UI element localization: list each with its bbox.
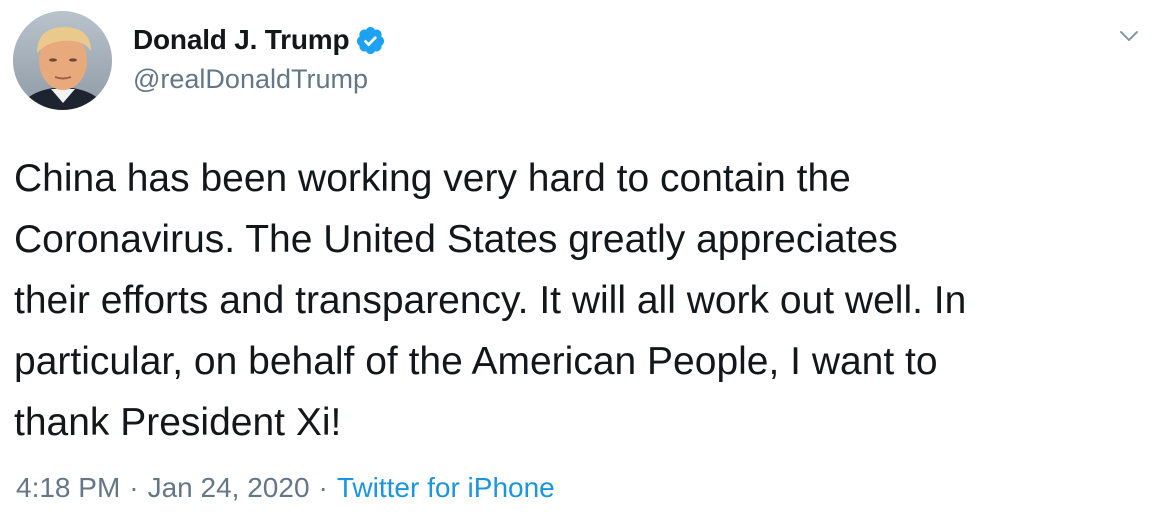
tweet-text: China has been working very hard to cont… [14,157,967,444]
author-handle[interactable]: @realDonaldTrump [133,64,368,95]
author-display-name[interactable]: Donald J. Trump [133,24,350,56]
author-name-row: Donald J. Trump [133,24,386,56]
tweet-source-link[interactable]: Twitter for iPhone [337,472,555,504]
tweet-time[interactable]: 4:18 PM [16,472,120,504]
verified-badge-icon [357,26,385,54]
meta-separator: · [318,472,328,503]
meta-separator: · [129,472,139,503]
avatar-image [13,11,112,110]
tweet-date[interactable]: Jan 24, 2020 [148,472,310,504]
chevron-down-icon[interactable] [1118,25,1140,47]
tweet-card: Donald J. Trump @realDonaldTrump China h… [0,0,1170,520]
tweet-meta: 4:18 PM · Jan 24, 2020 · Twitter for iPh… [16,472,555,504]
avatar[interactable] [13,11,112,110]
